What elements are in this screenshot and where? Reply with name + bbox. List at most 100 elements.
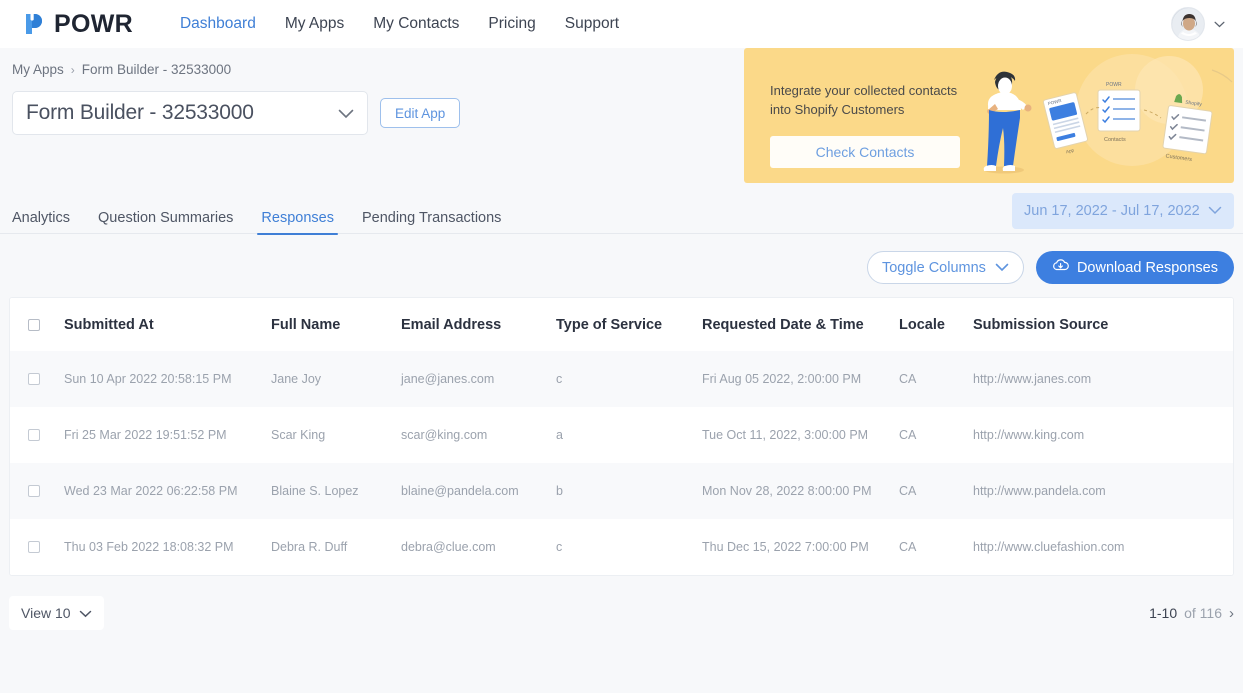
- nav-item-my-contacts[interactable]: My Contacts: [373, 15, 459, 33]
- column-header-locale[interactable]: Locale: [899, 298, 973, 351]
- table-body: Sun 10 Apr 2022 20:58:15 PM Jane Joy jan…: [10, 351, 1233, 575]
- promo-line-1: Integrate your collected contacts: [770, 83, 958, 98]
- app-select-chevron-down-icon: [338, 101, 354, 125]
- promo-banner[interactable]: POWR App POWR Contacts Shopify Customers…: [744, 48, 1234, 183]
- tab-responses[interactable]: Responses: [257, 210, 338, 235]
- column-header-submitted-at[interactable]: Submitted At: [64, 298, 271, 351]
- cell-requested: Tue Oct 11, 2022, 3:00:00 PM: [702, 428, 869, 442]
- account-menu[interactable]: [1171, 7, 1225, 41]
- breadcrumb-separator-icon: ›: [70, 62, 75, 77]
- column-header-type-of-service[interactable]: Type of Service: [556, 298, 702, 351]
- cell-email: jane@janes.com: [401, 372, 495, 386]
- select-all-checkbox[interactable]: [28, 319, 40, 331]
- tab-question-summaries[interactable]: Question Summaries: [98, 210, 233, 234]
- table-row[interactable]: Fri 25 Mar 2022 19:51:52 PM Scar King sc…: [10, 407, 1233, 463]
- cell-email: scar@king.com: [401, 428, 488, 442]
- cell-requested: Thu Dec 15, 2022 7:00:00 PM: [702, 540, 869, 554]
- svg-text:Customers: Customers: [1165, 153, 1192, 163]
- tab-pending-transactions[interactable]: Pending Transactions: [362, 210, 501, 234]
- pagination: 1-10 of 116 ›: [1149, 605, 1234, 622]
- edit-app-label: Edit App: [395, 105, 446, 121]
- promo-copy: Integrate your collected contacts into S…: [770, 81, 985, 119]
- row-checkbox[interactable]: [28, 485, 40, 497]
- cell-locale: CA: [899, 372, 917, 386]
- cell-full-name: Debra R. Duff: [271, 540, 348, 554]
- table-footer: View 10 1-10 of 116 ›: [0, 576, 1243, 630]
- cell-source: http://www.pandela.com: [973, 484, 1106, 498]
- responses-table: Submitted At Full Name Email Address Typ…: [10, 298, 1233, 575]
- promo-illustration: POWR App POWR Contacts Shopify Customers: [964, 48, 1234, 183]
- sub-header-section: My Apps › Form Builder - 32533000 Form B…: [0, 48, 1243, 200]
- date-range-chevron-down-icon: [1208, 203, 1222, 219]
- cell-full-name: Blaine S. Lopez: [271, 484, 359, 498]
- edit-app-button[interactable]: Edit App: [380, 98, 461, 128]
- date-range-picker[interactable]: Jun 17, 2022 - Jul 17, 2022: [1012, 193, 1234, 229]
- table-header: Submitted At Full Name Email Address Typ…: [10, 298, 1233, 351]
- row-select-cell: [10, 463, 64, 519]
- svg-text:Contacts: Contacts: [1104, 137, 1126, 143]
- row-select-cell: [10, 407, 64, 463]
- download-responses-label: Download Responses: [1076, 259, 1218, 276]
- table-row[interactable]: Sun 10 Apr 2022 20:58:15 PM Jane Joy jan…: [10, 351, 1233, 407]
- breadcrumb-my-apps[interactable]: My Apps: [12, 62, 64, 77]
- row-select-cell: [10, 519, 64, 575]
- row-checkbox[interactable]: [28, 541, 40, 553]
- column-header-submission-source[interactable]: Submission Source: [973, 298, 1233, 351]
- table-row[interactable]: Thu 03 Feb 2022 18:08:32 PM Debra R. Duf…: [10, 519, 1233, 575]
- cloud-download-icon: [1052, 259, 1069, 276]
- cell-full-name: Scar King: [271, 428, 326, 442]
- svg-text:App: App: [1065, 147, 1074, 154]
- download-responses-button[interactable]: Download Responses: [1035, 251, 1234, 284]
- check-contacts-button[interactable]: Check Contacts: [770, 136, 960, 168]
- toggle-columns-button[interactable]: Toggle Columns: [866, 251, 1024, 284]
- date-range-value: Jun 17, 2022 - Jul 17, 2022: [1024, 203, 1200, 219]
- pagination-next-icon[interactable]: ›: [1229, 605, 1234, 622]
- cell-source: http://www.king.com: [973, 428, 1085, 442]
- cell-type-of-service: a: [556, 428, 563, 442]
- pagination-range: 1-10: [1149, 605, 1178, 621]
- cell-submitted-at: Wed 23 Mar 2022 06:22:58 PM: [64, 484, 238, 498]
- nav-item-support[interactable]: Support: [565, 15, 619, 33]
- account-chevron-down-icon[interactable]: [1214, 15, 1225, 33]
- responses-table-card: Submitted At Full Name Email Address Typ…: [9, 297, 1234, 576]
- main-nav-links: Dashboard My Apps My Contacts Pricing Su…: [180, 15, 619, 33]
- powr-logo[interactable]: POWR: [20, 10, 133, 39]
- cell-submitted-at: Sun 10 Apr 2022 20:58:15 PM: [64, 372, 232, 386]
- cell-type-of-service: c: [556, 372, 563, 386]
- cell-locale: CA: [899, 540, 917, 554]
- cell-source: http://www.janes.com: [973, 372, 1092, 386]
- cell-email: blaine@pandela.com: [401, 484, 519, 498]
- promo-line-2: into Shopify Customers: [770, 102, 905, 117]
- page-size-selector[interactable]: View 10: [9, 596, 104, 630]
- svg-text:POWR: POWR: [1106, 82, 1122, 88]
- nav-item-my-apps[interactable]: My Apps: [285, 15, 344, 33]
- nav-item-dashboard[interactable]: Dashboard: [180, 15, 256, 33]
- table-toolbar: Toggle Columns Download Responses: [0, 234, 1243, 284]
- row-checkbox[interactable]: [28, 373, 40, 385]
- powr-logo-text: POWR: [54, 9, 133, 38]
- nav-item-pricing[interactable]: Pricing: [488, 15, 535, 33]
- toggle-columns-label: Toggle Columns: [881, 259, 986, 276]
- page-size-label: View 10: [21, 605, 71, 621]
- check-contacts-label: Check Contacts: [815, 144, 915, 160]
- cell-requested: Mon Nov 28, 2022 8:00:00 PM: [702, 484, 872, 498]
- avatar[interactable]: [1171, 7, 1205, 41]
- page-size-chevron-down-icon: [79, 605, 92, 621]
- column-header-full-name[interactable]: Full Name: [271, 298, 401, 351]
- powr-logo-icon: [20, 10, 48, 38]
- row-checkbox[interactable]: [28, 429, 40, 441]
- cell-email: debra@clue.com: [401, 540, 496, 554]
- top-navigation-bar: POWR Dashboard My Apps My Contacts Prici…: [0, 0, 1243, 48]
- cell-submitted-at: Fri 25 Mar 2022 19:51:52 PM: [64, 428, 227, 442]
- cell-type-of-service: b: [556, 484, 563, 498]
- cell-submitted-at: Thu 03 Feb 2022 18:08:32 PM: [64, 540, 234, 554]
- column-header-email-address[interactable]: Email Address: [401, 298, 556, 351]
- table-header-row: Submitted At Full Name Email Address Typ…: [10, 298, 1233, 351]
- app-select-value: Form Builder - 32533000: [26, 101, 254, 124]
- table-row[interactable]: Wed 23 Mar 2022 06:22:58 PM Blaine S. Lo…: [10, 463, 1233, 519]
- column-header-requested-date-time[interactable]: Requested Date & Time: [702, 298, 899, 351]
- tab-analytics[interactable]: Analytics: [12, 210, 70, 234]
- tabs-bar: Analytics Question Summaries Responses P…: [0, 193, 1243, 235]
- cell-locale: CA: [899, 428, 917, 442]
- app-select-dropdown[interactable]: Form Builder - 32533000: [12, 91, 368, 135]
